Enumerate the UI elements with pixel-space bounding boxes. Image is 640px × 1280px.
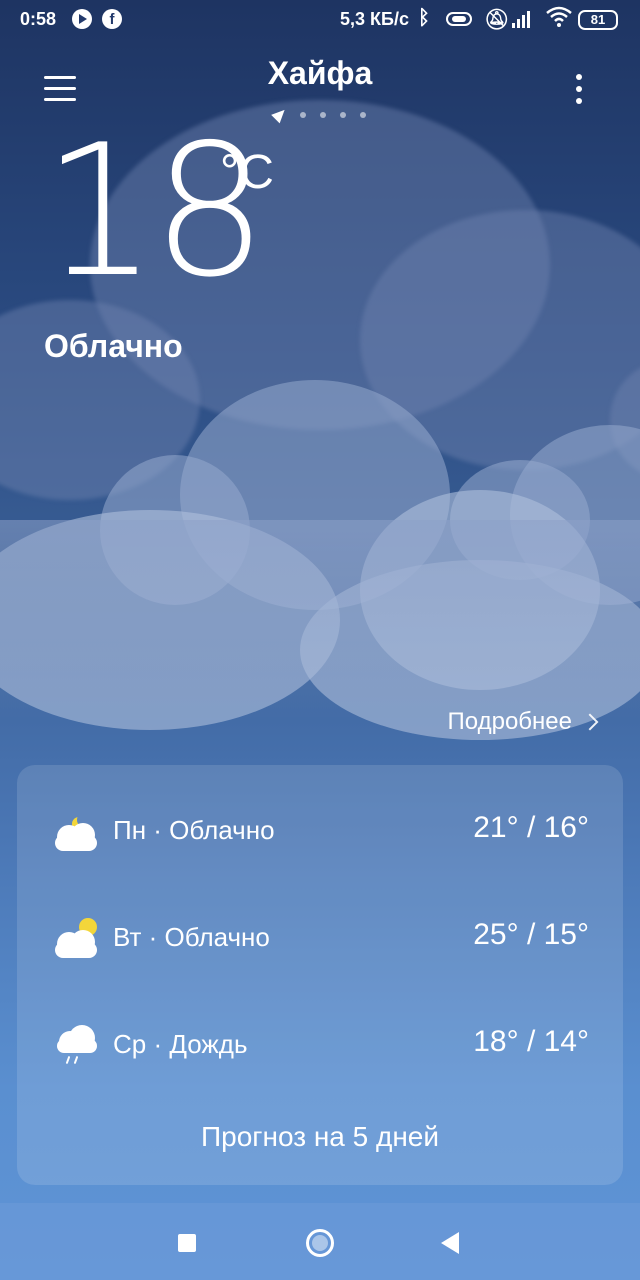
network-speed: 5,3 КБ/с bbox=[340, 9, 409, 29]
mute-icon: 🔕︎ bbox=[484, 9, 510, 31]
home-button[interactable] bbox=[306, 1229, 334, 1257]
forecast-card: Пн · Облачно 21° / 16° Вт · Облачно 25° … bbox=[17, 765, 623, 1185]
page-indicator bbox=[271, 105, 374, 124]
five-day-forecast-button[interactable]: Прогноз на 5 дней bbox=[17, 1121, 623, 1153]
page-dot bbox=[300, 112, 306, 118]
forecast-temps: 21° / 16° bbox=[473, 811, 589, 844]
cloudy-sun-icon bbox=[55, 918, 101, 958]
forecast-day-label: Пн · Облачно bbox=[113, 815, 275, 845]
details-link[interactable]: Подробнее bbox=[447, 708, 599, 736]
more-options-button[interactable] bbox=[570, 72, 590, 106]
forecast-row[interactable]: Ср · Дождь 18° / 14° bbox=[17, 1013, 623, 1073]
battery-icon: 81 bbox=[578, 10, 618, 30]
temperature-unit: °C bbox=[220, 146, 274, 199]
cloudy-night-icon bbox=[55, 811, 101, 851]
current-condition: Облачно bbox=[44, 328, 183, 364]
status-time: 0:58 bbox=[20, 9, 57, 29]
bluetooth-icon: ᛒ bbox=[418, 7, 430, 29]
forecast-row[interactable]: Пн · Облачно 21° / 16° bbox=[17, 799, 623, 859]
wifi-icon bbox=[546, 6, 572, 34]
vibrate-icon bbox=[446, 12, 472, 26]
forecast-row[interactable]: Вт · Облачно 25° / 15° bbox=[17, 906, 623, 966]
back-button[interactable] bbox=[441, 1232, 459, 1254]
city-title[interactable]: Хайфа bbox=[0, 55, 640, 92]
page-dot bbox=[360, 112, 366, 118]
forecast-day-label: Вт · Облачно bbox=[113, 922, 270, 952]
recents-button[interactable] bbox=[178, 1234, 196, 1252]
forecast-temps: 18° / 14° bbox=[473, 1025, 589, 1058]
status-bar: 0:58 f 5,3 КБ/с ᛒ 🔕︎ 81 bbox=[0, 0, 640, 40]
play-icon bbox=[72, 9, 92, 29]
location-arrow-icon bbox=[271, 105, 289, 124]
rain-icon bbox=[55, 1025, 101, 1065]
system-nav-bar bbox=[0, 1203, 640, 1280]
signal-icon bbox=[512, 10, 536, 28]
facebook-icon: f bbox=[102, 9, 122, 29]
chevron-right-icon bbox=[581, 713, 599, 731]
forecast-day-label: Ср · Дождь bbox=[113, 1029, 248, 1059]
more-vert-icon bbox=[576, 74, 582, 80]
page-dot bbox=[320, 112, 326, 118]
page-dot bbox=[340, 112, 346, 118]
details-link-label: Подробнее bbox=[447, 708, 572, 735]
forecast-temps: 25° / 15° bbox=[473, 918, 589, 951]
